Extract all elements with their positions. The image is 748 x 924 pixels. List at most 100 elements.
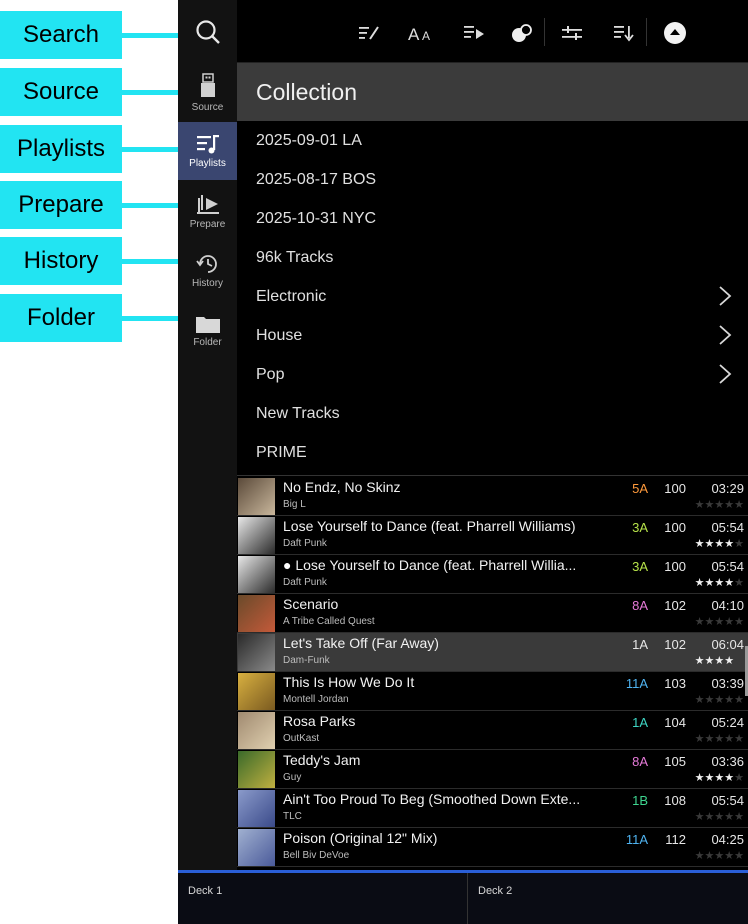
search-button[interactable]	[178, 0, 237, 63]
sort-button[interactable]	[609, 18, 639, 48]
collection-menu-item[interactable]: 2025-10-31 NYC	[237, 199, 748, 238]
rail-history[interactable]: History	[178, 242, 237, 300]
collection-menu-item[interactable]: 2025-08-17 BOS	[237, 160, 748, 199]
eject-icon	[664, 22, 686, 44]
folder-callout-arrow	[122, 309, 192, 327]
star-icon: ★	[704, 577, 715, 589]
track-row[interactable]: Poison (Original 12" Mix) Bell Biv DeVoe 1…	[237, 828, 748, 867]
collection-menu: 2025-09-01 LA 2025-08-17 BOS 2025-10-31 NY…	[237, 121, 748, 466]
track-artist: Montell Jordan	[283, 694, 349, 705]
track-duration: 06:04	[711, 637, 744, 652]
album-art	[238, 829, 275, 866]
collection-menu-item[interactable]: 96k Tracks	[237, 238, 748, 277]
playlists-callout-arrow	[122, 140, 192, 158]
track-bpm: 112	[665, 832, 686, 847]
chevron-right-icon	[719, 325, 732, 345]
deck-2[interactable]: Deck 2	[468, 873, 748, 924]
playlist-play-button[interactable]	[459, 18, 489, 48]
screen: Search Source Playlists Prepare History …	[0, 0, 748, 924]
color-toggle-button[interactable]	[507, 18, 537, 48]
star-icon: ★	[724, 772, 735, 784]
track-title-text: Scenario	[283, 596, 339, 612]
edit-list-button[interactable]	[354, 18, 384, 48]
album-art	[238, 634, 275, 671]
collection-menu-item-label: PRIME	[256, 443, 307, 461]
track-row[interactable]: This Is How We Do It Montell Jordan 11A 103…	[237, 672, 748, 711]
star-icon: ★	[714, 538, 725, 550]
track-title: Lose Yourself to Dance (feat. Pharrell W…	[283, 518, 613, 534]
track-artist: Big L	[283, 499, 306, 510]
track-rating[interactable]: ★★★★★	[684, 849, 744, 862]
rail-prepare[interactable]: Prepare	[178, 183, 237, 241]
deck-2-label: Deck 2	[478, 885, 513, 897]
collection-menu-item-label: New Tracks	[256, 404, 340, 422]
track-key: 1B	[632, 793, 648, 808]
chevron-right-icon	[719, 364, 732, 384]
filter-button[interactable]	[557, 18, 587, 48]
track-artist: TLC	[283, 811, 302, 822]
track-rating[interactable]: ★★★★★	[684, 810, 744, 823]
track-key: 1A	[632, 637, 648, 652]
rail-history-label: History	[191, 278, 224, 289]
collection-menu-item[interactable]: House	[237, 316, 748, 355]
album-art	[238, 478, 275, 515]
rail-source[interactable]: Source	[178, 64, 237, 122]
star-icon: ★	[694, 850, 705, 862]
rail-playlists[interactable]: Playlists	[178, 122, 237, 180]
star-icon: ★	[694, 694, 705, 706]
track-rating[interactable]: ★★★★★	[684, 537, 744, 550]
svg-text:A: A	[422, 29, 430, 42]
track-row[interactable]: Rosa Parks OutKast 1A 104 05:24 ★★★★★	[237, 711, 748, 750]
eject-button[interactable]	[660, 18, 690, 48]
rail-folder[interactable]: Folder	[178, 302, 237, 360]
star-icon: ★	[714, 850, 725, 862]
previous-row-edge	[237, 466, 748, 476]
track-duration: 04:10	[711, 598, 744, 613]
search-callout: Search	[0, 11, 122, 59]
star-icon: ★	[724, 694, 735, 706]
rail-folder-label: Folder	[193, 337, 222, 348]
star-icon: ★	[724, 655, 735, 667]
collection-menu-item[interactable]: New Tracks	[237, 394, 748, 433]
deck-1[interactable]: Deck 1	[178, 873, 467, 924]
svg-text:A: A	[408, 25, 420, 42]
track-rating[interactable]: ★★★★★	[684, 693, 744, 706]
track-artist: Daft Punk	[283, 538, 327, 549]
track-bpm: 104	[664, 715, 686, 730]
album-art	[238, 712, 275, 749]
track-rating[interactable]: ★★★★★	[684, 732, 744, 745]
track-title-text: No Endz, No Skinz	[283, 479, 401, 495]
star-icon: ★	[714, 499, 725, 511]
source-callout-arrow	[122, 83, 192, 101]
track-row[interactable]: Scenario A Tribe Called Quest 8A 102 04:10 ★★…	[237, 594, 748, 633]
track-duration: 05:54	[711, 520, 744, 535]
track-duration: 05:54	[711, 793, 744, 808]
rail-prepare-label: Prepare	[189, 219, 226, 230]
star-icon: ★	[734, 655, 744, 667]
track-row[interactable]: No Endz, No Skinz Big L 5A 100 03:29 ★★★★★	[237, 477, 748, 516]
track-row[interactable]: Lose Yourself to Dance (feat. Pharrell W…	[237, 516, 748, 555]
track-key: 11A	[625, 832, 648, 847]
track-rating[interactable]: ★★★★★	[684, 615, 744, 628]
track-rating[interactable]: ★★★★★	[684, 654, 744, 667]
star-icon: ★	[704, 538, 715, 550]
track-row[interactable]: Teddy's Jam Guy 8A 105 03:36 ★★★★★	[237, 750, 748, 789]
track-rating[interactable]: ★★★★★	[684, 498, 744, 511]
star-icon: ★	[704, 811, 715, 823]
collection-menu-item-label: 2025-09-01 LA	[256, 131, 362, 149]
collection-menu-item[interactable]: Electronic	[237, 277, 748, 316]
track-row[interactable]: Ain't Too Proud To Beg (Smoothed Down Ex…	[237, 789, 748, 828]
track-row[interactable]: Let's Take Off (Far Away) Dam-Funk 1A 102 06…	[237, 633, 748, 672]
track-rating[interactable]: ★★★★★	[684, 576, 744, 589]
track-row[interactable]: ● Lose Yourself to Dance (feat. Pharrell…	[237, 555, 748, 594]
track-rating[interactable]: ★★★★★	[684, 771, 744, 784]
track-title-text: Rosa Parks	[283, 713, 356, 729]
track-duration: 03:36	[711, 754, 744, 769]
collection-menu-item[interactable]: Pop	[237, 355, 748, 394]
track-list: No Endz, No Skinz Big L 5A 100 03:29 ★★★★★ Los…	[237, 466, 748, 870]
collection-menu-item-label: 2025-10-31 NYC	[256, 209, 377, 227]
color-toggle-icon	[512, 24, 532, 42]
font-size-button[interactable]: AA	[407, 18, 437, 48]
track-key: 8A	[632, 754, 648, 769]
collection-menu-item[interactable]: 2025-09-01 LA	[237, 121, 748, 160]
